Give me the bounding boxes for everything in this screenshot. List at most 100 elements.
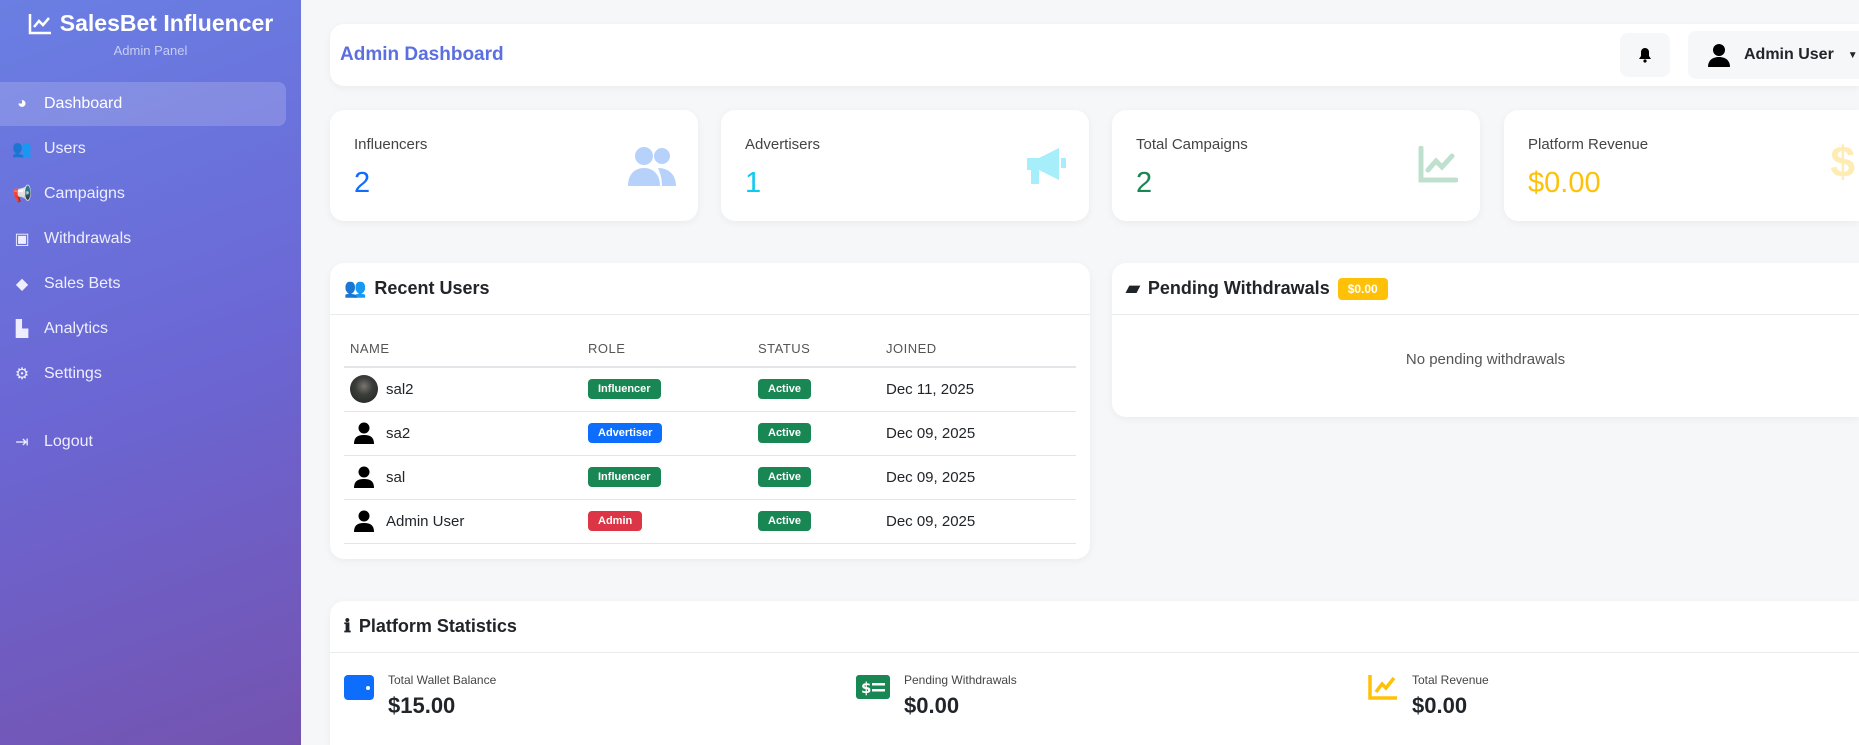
top-header: Admin Dashboard Admin User ▼ bbox=[330, 24, 1859, 86]
users-icon: 👥 bbox=[12, 141, 32, 158]
chart-line-icon bbox=[1368, 675, 1397, 700]
stat-label: Total Campaigns bbox=[1136, 136, 1248, 153]
stat-card-revenue: Platform Revenue $0.00 $ bbox=[1504, 110, 1859, 221]
sidebar-item-logout[interactable]: ⇥ Logout bbox=[0, 420, 286, 464]
user-name: sa2 bbox=[386, 424, 411, 442]
sidebar-item-analytics[interactable]: ▙ Analytics bbox=[0, 307, 286, 351]
stat-label: Advertisers bbox=[745, 136, 821, 153]
wallet-icon: ▰ bbox=[1126, 278, 1140, 298]
sidebar-item-label: Logout bbox=[44, 433, 93, 450]
sidebar-nav: ◕ Dashboard 👥 Users 📢 Campaigns ▣ Withdrawal… bbox=[0, 82, 286, 465]
sidebar-item-label: Sales Bets bbox=[44, 275, 121, 292]
joined-date: Dec 09, 2025 bbox=[880, 455, 1076, 500]
stat-label: Influencers bbox=[354, 136, 428, 153]
users-icon bbox=[628, 147, 676, 186]
recent-users-card: 👥 Recent Users NAME ROLE STATUS JOINED sa… bbox=[330, 263, 1090, 559]
recent-users-table: NAME ROLE STATUS JOINED sal2 Influencer … bbox=[344, 331, 1076, 544]
user-name: sal bbox=[386, 468, 406, 486]
stat-card-advertisers: Advertisers 1 bbox=[721, 110, 1089, 221]
sidebar-item-label: Campaigns bbox=[44, 185, 125, 202]
sidebar-item-label: Analytics bbox=[44, 320, 109, 337]
bell-icon bbox=[1639, 48, 1651, 63]
status-badge: Active bbox=[758, 423, 812, 443]
brand-title: SalesBet Influencer bbox=[59, 10, 274, 36]
brand: SalesBet Influencer Admin Panel bbox=[0, 0, 301, 58]
section-title: Pending Withdrawals bbox=[1147, 278, 1330, 298]
table-row: sal2 Influencer Active Dec 11, 2025 bbox=[344, 367, 1076, 412]
status-badge: Active bbox=[758, 379, 812, 400]
user-name: sal2 bbox=[386, 380, 414, 398]
column-header: NAME bbox=[344, 331, 582, 368]
users-icon: 👥 bbox=[344, 278, 367, 298]
table-row: Admin User Admin Active Dec 09, 2025 bbox=[344, 499, 1076, 544]
section-title: Recent Users bbox=[374, 278, 490, 298]
stat-card-campaigns: Total Campaigns 2 bbox=[1112, 110, 1480, 221]
column-header: JOINED bbox=[880, 331, 1076, 368]
user-icon bbox=[350, 507, 378, 535]
role-badge: Advertiser bbox=[588, 423, 663, 443]
stat-value: $15.00 bbox=[388, 693, 456, 718]
empty-message: No pending withdrawals bbox=[1405, 351, 1566, 368]
sidebar-item-label: Users bbox=[44, 140, 86, 157]
user-menu-button[interactable]: Admin User ▼ bbox=[1688, 31, 1859, 79]
sign-out-icon: ⇥ bbox=[15, 434, 29, 451]
avatar bbox=[350, 375, 378, 404]
bullhorn-icon bbox=[1027, 148, 1066, 184]
table-row: sal Influencer Active Dec 09, 2025 bbox=[344, 455, 1076, 500]
stat-value: 2 bbox=[354, 167, 371, 199]
sidebar-item-label: Settings bbox=[44, 365, 102, 382]
gauge-icon: ◕ bbox=[17, 95, 27, 112]
stat-card-influencers: Influencers 2 bbox=[330, 110, 698, 221]
gear-icon: ⚙ bbox=[14, 366, 30, 383]
notifications-button[interactable] bbox=[1620, 33, 1670, 77]
pending-total-badge: $0.00 bbox=[1337, 277, 1388, 300]
money-check-dollar-icon: $ bbox=[856, 675, 890, 699]
sidebar-item-dashboard[interactable]: ◕ Dashboard bbox=[0, 82, 286, 126]
user-icon bbox=[1708, 44, 1730, 67]
stat-value: $0.00 bbox=[904, 693, 960, 718]
chart-bar-icon: ▙ bbox=[15, 321, 29, 338]
dice-icon: ◆ bbox=[15, 276, 29, 293]
sidebar-item-sales-bets[interactable]: ◆ Sales Bets bbox=[0, 262, 286, 306]
user-name: Admin User bbox=[386, 512, 465, 530]
role-badge: Admin bbox=[588, 511, 643, 531]
stat-value: 1 bbox=[745, 167, 762, 199]
sidebar-item-withdrawals[interactable]: ▣ Withdrawals bbox=[0, 217, 286, 261]
stat-value: 2 bbox=[1136, 167, 1153, 199]
platform-statistics-card: ℹ Platform Statistics Total Wallet Balanc… bbox=[330, 601, 1859, 745]
status-badge: Active bbox=[758, 511, 812, 531]
caret-down-icon: ▼ bbox=[1847, 49, 1858, 61]
svg-text:$: $ bbox=[861, 679, 871, 697]
page-title: Admin Dashboard bbox=[340, 44, 504, 65]
user-icon bbox=[350, 419, 378, 447]
user-icon bbox=[350, 463, 378, 491]
pending-withdrawals-card: ▰ Pending Withdrawals $0.00 No pending wit… bbox=[1112, 263, 1859, 417]
section-title: Platform Statistics bbox=[358, 616, 517, 636]
money-bill-icon: ▣ bbox=[14, 231, 30, 248]
stat-value: $0.00 bbox=[1412, 693, 1468, 718]
sidebar: SalesBet Influencer Admin Panel ◕ Dashboa… bbox=[0, 0, 301, 745]
stat-value: $0.00 bbox=[1528, 167, 1601, 199]
column-header: ROLE bbox=[582, 331, 752, 368]
stat-pending-withdrawals: $ Pending Withdrawals $0.00 bbox=[856, 673, 1017, 719]
status-badge: Active bbox=[758, 467, 812, 487]
sidebar-item-label: Dashboard bbox=[44, 95, 123, 112]
chart-line-icon bbox=[1418, 146, 1458, 183]
role-badge: Influencer bbox=[588, 379, 661, 400]
table-row: sa2 Advertiser Active Dec 09, 2025 bbox=[344, 411, 1076, 456]
bullhorn-icon: 📢 bbox=[12, 186, 32, 203]
sidebar-item-settings[interactable]: ⚙ Settings bbox=[0, 352, 286, 396]
stat-label: Pending Withdrawals bbox=[904, 673, 1017, 687]
sidebar-item-label: Withdrawals bbox=[44, 230, 132, 247]
stat-total-wallet: Total Wallet Balance $15.00 bbox=[344, 673, 496, 719]
stat-label: Total Wallet Balance bbox=[388, 673, 497, 687]
role-badge: Influencer bbox=[588, 467, 661, 487]
joined-date: Dec 09, 2025 bbox=[880, 411, 1076, 456]
stat-label: Platform Revenue bbox=[1528, 136, 1649, 153]
sidebar-item-users[interactable]: 👥 Users bbox=[0, 127, 286, 171]
dollar-icon: $ bbox=[1830, 138, 1855, 187]
brand-subtitle: Admin Panel bbox=[113, 43, 188, 58]
column-header: STATUS bbox=[752, 331, 880, 368]
wallet-icon bbox=[344, 675, 374, 700]
sidebar-item-campaigns[interactable]: 📢 Campaigns bbox=[0, 172, 286, 216]
